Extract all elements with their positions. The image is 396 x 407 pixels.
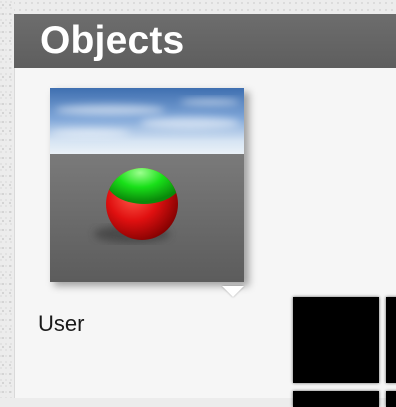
object-thumbnail-user[interactable] bbox=[50, 88, 244, 282]
object-label: User bbox=[38, 311, 85, 336]
object-thumbnail-dark[interactable] bbox=[293, 297, 379, 383]
left-margin bbox=[0, 0, 14, 398]
sphere-preview bbox=[50, 88, 244, 282]
object-thumbnail-dark[interactable] bbox=[386, 297, 396, 383]
object-thumbnail-dark[interactable] bbox=[386, 391, 396, 407]
caret-down-icon[interactable] bbox=[222, 286, 244, 297]
object-thumbnail-dark[interactable] bbox=[293, 391, 379, 407]
top-margin bbox=[0, 0, 396, 14]
panel-title: Objects bbox=[40, 19, 185, 62]
panel-header: Objects bbox=[14, 14, 396, 68]
